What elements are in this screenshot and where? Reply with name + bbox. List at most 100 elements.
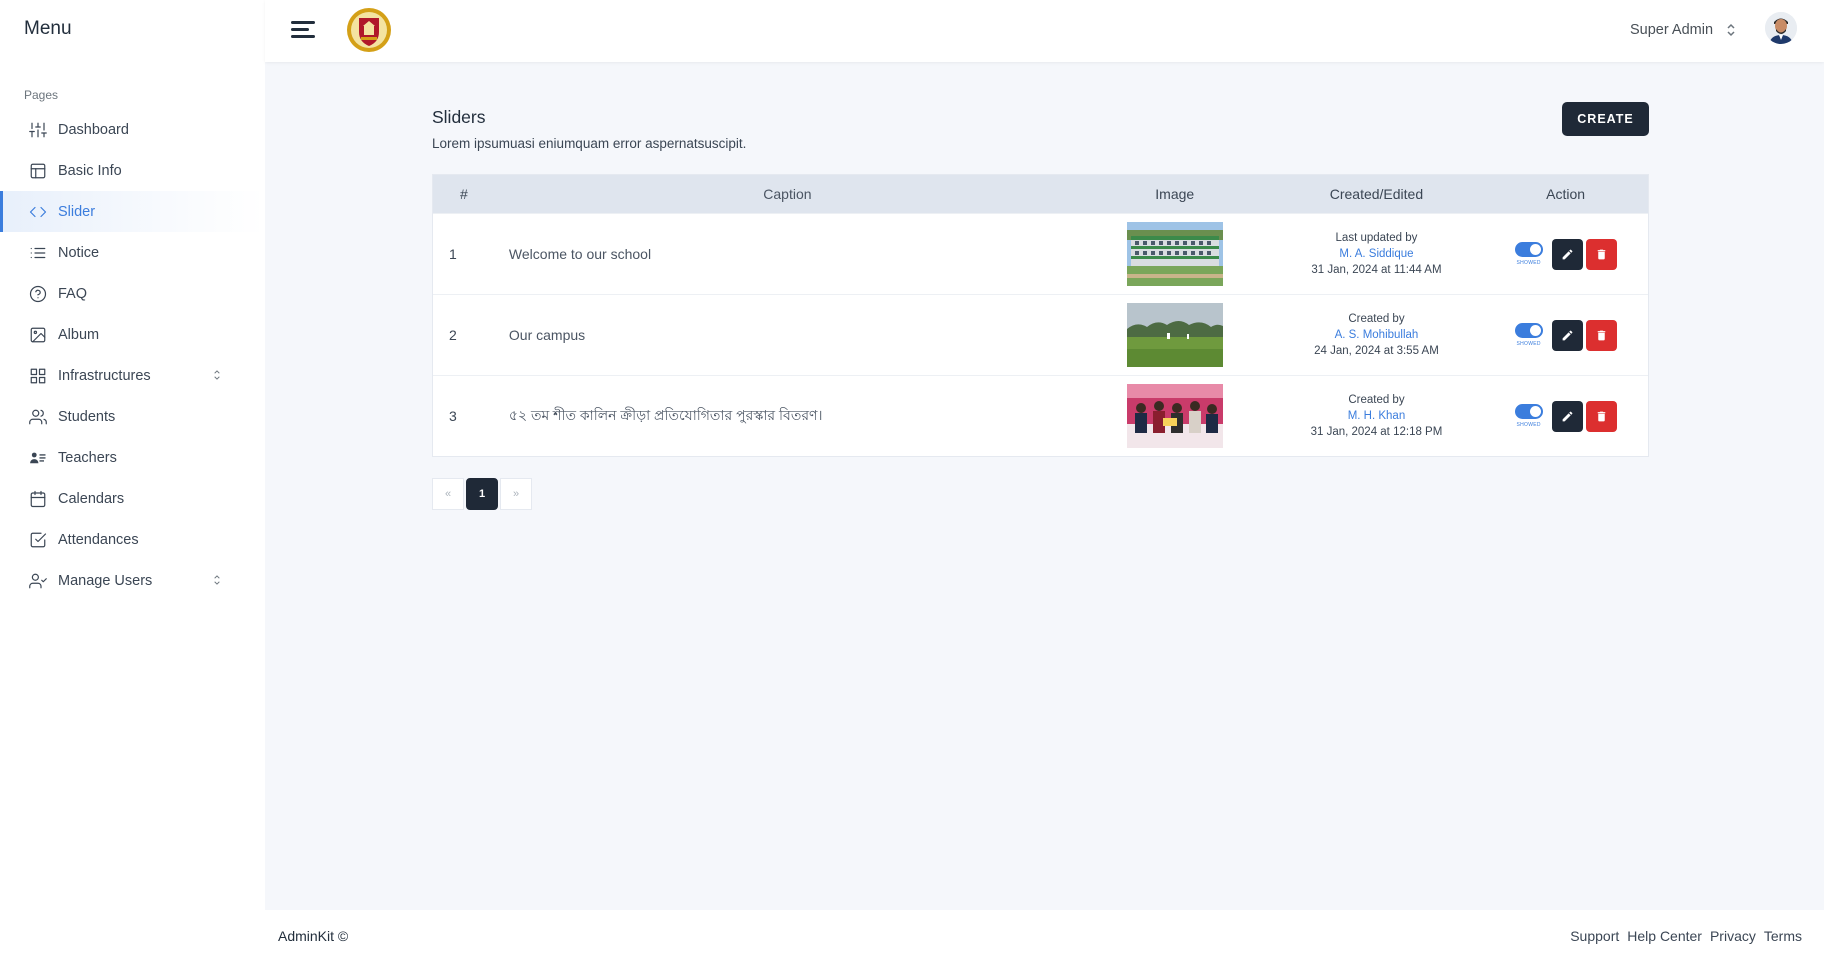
toggle-label: SHOWED: [1516, 341, 1541, 347]
chevron-up-down-icon[interactable]: [210, 573, 224, 587]
sidebar-item-basic-info[interactable]: Basic Info: [0, 150, 265, 191]
row-number: 2: [449, 327, 457, 343]
row-actions: SHOWED: [1483, 319, 1648, 351]
pagination-next[interactable]: »: [500, 478, 532, 510]
sidebar-item-calendars[interactable]: Calendars: [0, 478, 265, 519]
sidebar-item-teachers[interactable]: Teachers: [0, 437, 265, 478]
row-actions: SHOWED: [1483, 238, 1648, 270]
sidebar-item-label: Dashboard: [58, 121, 129, 138]
create-button[interactable]: CREATE: [1562, 102, 1649, 136]
school-logo[interactable]: [345, 6, 393, 54]
row-image-cell: [1080, 384, 1270, 448]
delete-button[interactable]: [1585, 319, 1617, 351]
page-description: Lorem ipsumuasi eniumquam error aspernat…: [432, 136, 747, 151]
edit-button[interactable]: [1551, 400, 1583, 432]
footer-link-support[interactable]: Support: [1570, 928, 1619, 944]
created-by-link[interactable]: M. A. Siddique: [1270, 246, 1484, 262]
created-by-link[interactable]: M. H. Khan: [1270, 408, 1484, 424]
sidebar-item-notice[interactable]: Notice: [0, 232, 265, 273]
row-image-cell: [1080, 303, 1270, 367]
created-date: 31 Jan, 2024 at 12:18 PM: [1310, 426, 1443, 438]
footer-link-privacy[interactable]: Privacy: [1710, 928, 1756, 944]
slider-thumbnail[interactable]: [1126, 303, 1223, 367]
pencil-icon: [1562, 411, 1573, 421]
help-circle-icon: [28, 284, 48, 304]
sidebar-item-dashboard[interactable]: Dashboard: [0, 109, 265, 150]
sidebar-item-manage-users[interactable]: Manage Users: [0, 560, 265, 601]
calendar-icon: [28, 489, 48, 509]
sidebar-item-attendances[interactable]: Attendances: [0, 519, 265, 560]
row-number: 3: [449, 408, 457, 424]
row-created-info: Created by A. S. Mohibullah 24 Jan, 2024…: [1270, 311, 1484, 359]
pagination-page-current[interactable]: 1: [466, 478, 498, 510]
table-row: 1 Welcome to our school Last updated by …: [433, 213, 1648, 294]
user-check-icon: [28, 571, 48, 591]
grid-icon: [28, 366, 48, 386]
slider-thumbnail[interactable]: [1126, 222, 1223, 286]
visibility-toggle[interactable]: [1514, 323, 1543, 338]
sidebar-item-label: Slider: [58, 203, 96, 220]
pagination-prev[interactable]: «: [432, 478, 464, 510]
slider-thumbnail[interactable]: [1126, 384, 1223, 448]
trash-icon: [1597, 249, 1605, 259]
layout-icon: [28, 161, 48, 181]
sidebar-item-label: Infrastructures: [58, 367, 151, 384]
created-label: Created by: [1348, 394, 1405, 406]
row-caption: ৫২ তম শীত কালিন ক্রীড়া প্রতিযোগিতার পুর…: [508, 407, 823, 423]
created-date: 24 Jan, 2024 at 3:55 AM: [1314, 345, 1439, 357]
sidebar-item-label: Calendars: [58, 490, 125, 507]
sidebar-item-label: Album: [58, 326, 100, 343]
avatar[interactable]: [1765, 12, 1797, 44]
sidebar-nav: Dashboard Basic Info Slider Notice FAQ A…: [0, 109, 265, 601]
column-header-created: Created/Edited: [1329, 186, 1424, 202]
visibility-toggle-group: SHOWED: [1514, 323, 1543, 347]
table-row: 2 Our campus Created by A. S. Mohibullah…: [433, 294, 1648, 375]
user-menu[interactable]: Super Admin: [1630, 22, 1713, 38]
sliders-table: # Caption Image Created/Edited Action 1 …: [432, 174, 1649, 457]
visibility-toggle[interactable]: [1514, 242, 1543, 257]
sidebar-item-faq[interactable]: FAQ: [0, 273, 265, 314]
sidebar-item-slider[interactable]: Slider: [0, 191, 265, 232]
column-header-num: #: [460, 186, 468, 202]
edit-button[interactable]: [1551, 319, 1583, 351]
delete-button[interactable]: [1585, 400, 1617, 432]
footer-links: Support Help Center Privacy Terms: [1570, 928, 1802, 944]
chevron-up-down-icon[interactable]: [210, 368, 224, 382]
chevron-up-down-icon[interactable]: [1725, 23, 1737, 37]
created-label: Created by: [1348, 313, 1405, 325]
hamburger-menu-icon[interactable]: [291, 18, 317, 42]
delete-button[interactable]: [1585, 238, 1617, 270]
sidebar-section-label: Pages: [24, 88, 59, 102]
footer: AdminKit © Support Help Center Privacy T…: [265, 910, 1824, 959]
row-caption: Welcome to our school: [508, 246, 652, 262]
column-header-caption: Caption: [763, 186, 812, 202]
row-image-cell: [1080, 222, 1270, 286]
sidebar-item-label: FAQ: [58, 285, 88, 302]
sidebar-title: Menu: [24, 18, 72, 39]
row-created-info: Created by M. H. Khan 31 Jan, 2024 at 12…: [1270, 392, 1484, 440]
pagination: « 1 »: [432, 478, 532, 510]
users-icon: [28, 407, 48, 427]
column-header-image: Image: [1155, 186, 1195, 202]
sliders-icon: [28, 120, 48, 140]
top-header: Super Admin: [265, 0, 1824, 62]
image-icon: [28, 325, 48, 345]
trash-icon: [1597, 411, 1605, 421]
footer-link-help-center[interactable]: Help Center: [1627, 928, 1702, 944]
pencil-icon: [1562, 330, 1573, 340]
visibility-toggle[interactable]: [1514, 404, 1543, 419]
created-by-link[interactable]: A. S. Mohibullah: [1270, 327, 1484, 343]
pencil-icon: [1562, 249, 1573, 259]
sidebar-item-infrastructures[interactable]: Infrastructures: [0, 355, 265, 396]
sidebar-item-label: Attendances: [58, 531, 139, 548]
footer-link-terms[interactable]: Terms: [1764, 928, 1802, 944]
page-title: Sliders: [432, 107, 486, 127]
sidebar-item-label: Basic Info: [58, 162, 122, 179]
sidebar-item-students[interactable]: Students: [0, 396, 265, 437]
row-caption: Our campus: [508, 327, 586, 343]
sidebar: Menu Pages Dashboard Basic Info Slider N…: [0, 0, 265, 959]
toggle-label: SHOWED: [1516, 422, 1541, 428]
edit-button[interactable]: [1551, 238, 1583, 270]
sidebar-item-label: Notice: [58, 244, 100, 261]
sidebar-item-album[interactable]: Album: [0, 314, 265, 355]
